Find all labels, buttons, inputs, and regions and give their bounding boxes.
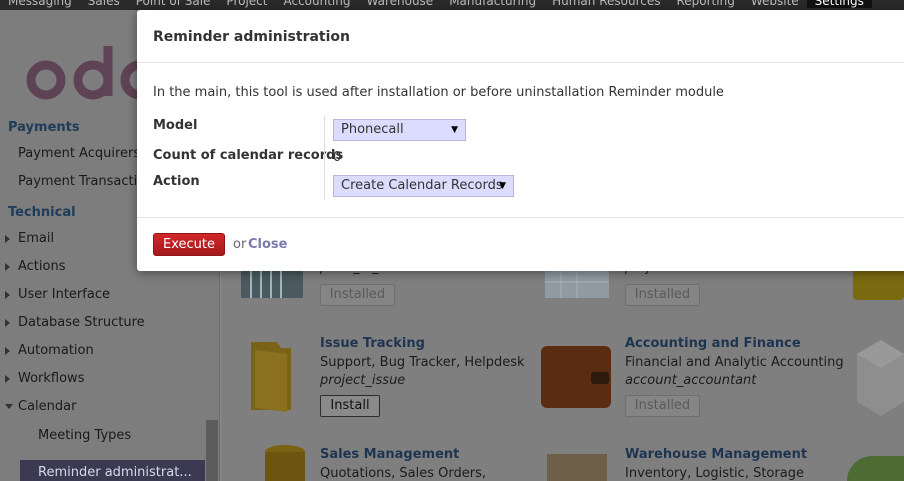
sidebar-section-payments: Payments	[8, 120, 80, 135]
installed-button: Installed	[625, 284, 700, 306]
or-text: or	[233, 237, 247, 252]
expand-arrow-icon[interactable]	[5, 235, 10, 243]
app-summary: Inventory, Logistic, Storage	[625, 466, 804, 481]
sidebar-item-actions[interactable]: Actions	[18, 259, 66, 274]
menu-accounting[interactable]: Accounting	[275, 0, 358, 8]
dialog-title: Reminder administration	[153, 29, 350, 45]
menu-sales[interactable]: Sales	[80, 0, 128, 8]
execute-button[interactable]: Execute	[153, 233, 225, 256]
dialog-header: Reminder administration	[137, 10, 904, 63]
app-title[interactable]: Accounting and Finance	[625, 336, 801, 351]
menu-messaging[interactable]: Messaging	[0, 0, 80, 8]
installed-button: Installed	[625, 395, 700, 417]
sidebar-item-workflows[interactable]: Workflows	[18, 371, 84, 386]
dialog-intro-text: In the main, this tool is used after ins…	[153, 85, 724, 100]
sidebar-item-calendar[interactable]: Calendar	[18, 399, 76, 414]
menu-point-of-sale[interactable]: Point of Sale	[128, 0, 219, 8]
top-menu-bar: Messaging Sales Point of Sale Project Ac…	[0, 0, 904, 10]
expand-arrow-icon[interactable]	[5, 263, 10, 271]
sidebar-item-reminder-administration[interactable]: Reminder administrat...	[20, 460, 205, 481]
model-label: Model	[153, 118, 198, 133]
menu-manufacturing[interactable]: Manufacturing	[441, 0, 544, 8]
menu-warehouse[interactable]: Warehouse	[359, 0, 442, 8]
reminder-administration-dialog: Reminder administration In the main, thi…	[137, 10, 904, 271]
sidebar-section-technical: Technical	[8, 205, 76, 220]
count-value: 0	[333, 150, 342, 165]
sidebar-item-user-interface[interactable]: User Interface	[18, 287, 110, 302]
menu-project[interactable]: Project	[218, 0, 275, 8]
collapse-arrow-icon[interactable]	[5, 404, 13, 409]
dropdown-caret-icon: ▼	[499, 181, 506, 191]
app-tech-name: project_issue	[320, 373, 406, 388]
cube-icon	[857, 340, 904, 420]
sidebar-item-payment-acquirers[interactable]: Payment Acquirers	[18, 146, 140, 161]
action-select[interactable]: Create Calendar Records ▼	[333, 175, 514, 197]
action-label: Action	[153, 174, 200, 189]
sidebar-item-automation[interactable]: Automation	[18, 343, 94, 358]
count-label: Count of calendar records	[153, 148, 344, 163]
sidebar-item-label: Reminder administrat...	[38, 465, 192, 480]
close-link[interactable]: Close	[248, 237, 287, 252]
odoo-logo[interactable]	[24, 46, 144, 106]
install-button[interactable]: Install	[320, 395, 380, 417]
menu-settings[interactable]: Settings	[806, 0, 872, 8]
model-select[interactable]: Phonecall ▼	[333, 119, 466, 141]
dialog-footer-divider	[137, 217, 904, 218]
dropdown-caret-icon: ▼	[451, 125, 458, 135]
box-icon	[547, 454, 607, 481]
sidebar-item-database-structure[interactable]: Database Structure	[18, 315, 145, 330]
menu-human-resources[interactable]: Human Resources	[544, 0, 668, 8]
folder-icon	[247, 336, 295, 418]
installed-button: Installed	[320, 284, 395, 306]
app-summary: Support, Bug Tracker, Helpdesk	[320, 355, 525, 370]
expand-arrow-icon[interactable]	[5, 347, 10, 355]
menu-website[interactable]: Website	[743, 0, 807, 8]
expand-arrow-icon[interactable]	[5, 291, 10, 299]
coins-icon	[263, 444, 307, 481]
model-select-value: Phonecall	[341, 122, 404, 137]
sidebar-item-meeting-types[interactable]: Meeting Types	[38, 428, 131, 443]
field-separator	[324, 116, 325, 200]
expand-arrow-icon[interactable]	[5, 375, 10, 383]
app-title[interactable]: Warehouse Management	[625, 447, 807, 462]
wallet-icon	[541, 346, 611, 412]
app-summary: Quotations, Sales Orders,	[320, 466, 487, 481]
app-title[interactable]: Issue Tracking	[320, 336, 425, 351]
sidebar-scrollbar[interactable]	[206, 420, 218, 481]
app-summary: Financial and Analytic Accounting	[625, 355, 844, 370]
action-select-value: Create Calendar Records	[341, 178, 503, 193]
sidebar-item-email[interactable]: Email	[18, 231, 54, 246]
expand-arrow-icon[interactable]	[5, 319, 10, 327]
globe-icon	[847, 456, 904, 481]
app-tech-name: account_accountant	[625, 373, 757, 388]
menu-reporting[interactable]: Reporting	[668, 0, 742, 8]
app-title[interactable]: Sales Management	[320, 447, 459, 462]
